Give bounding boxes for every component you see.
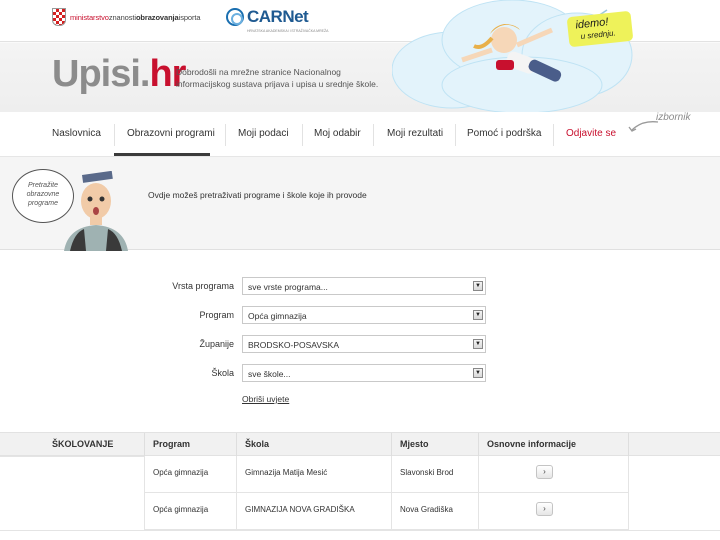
column-divider bbox=[144, 456, 145, 493]
column-divider bbox=[391, 456, 392, 493]
dropdown-arrow-icon[interactable]: ▼ bbox=[473, 368, 483, 378]
column-divider bbox=[236, 456, 237, 493]
dropdown-arrow-icon[interactable]: ▼ bbox=[473, 281, 483, 291]
column-divider bbox=[236, 493, 237, 530]
site-header: ministarstvoznanostiobrazovanjaisporta C… bbox=[0, 0, 720, 112]
nav-divider bbox=[455, 124, 456, 146]
county-label: Županije bbox=[199, 339, 234, 349]
column-header-skola[interactable]: Škola bbox=[245, 439, 269, 449]
column-divider bbox=[628, 493, 629, 530]
carnet-logo-icon bbox=[226, 8, 244, 26]
column-divider bbox=[478, 433, 479, 457]
filter-row-program-type: Vrsta programa sve vrste programa... ▼ bbox=[0, 277, 720, 295]
intro-text: Ovdje možeš pretraživati programe i škol… bbox=[148, 190, 367, 200]
nav-divider bbox=[553, 124, 554, 146]
column-header-skolovanje: ŠKOLOVANJE bbox=[52, 439, 114, 449]
column-divider bbox=[478, 456, 479, 493]
nav-divider bbox=[225, 124, 226, 146]
dropdown-arrow-icon[interactable]: ▼ bbox=[473, 339, 483, 349]
table-bottom-border bbox=[0, 530, 720, 531]
county-select[interactable]: BRODSKO-POSAVSKA ▼ bbox=[242, 335, 486, 353]
row-program: Opća gimnazija bbox=[153, 505, 209, 514]
nav-item-odjavite-se[interactable]: Odjavite se bbox=[566, 128, 616, 139]
carnet-subtitle: HRVATSKA AKADEMSKA I ISTRAŽIVAČKA MREŽA bbox=[247, 29, 329, 33]
row-place: Nova Gradiška bbox=[400, 505, 453, 514]
chevron-right-icon[interactable]: › bbox=[536, 465, 553, 479]
nav-item-moji-rezultati[interactable]: Moji rezultati bbox=[387, 128, 443, 139]
curved-arrow-icon bbox=[628, 121, 659, 132]
column-divider bbox=[628, 456, 629, 493]
column-header-mjesto[interactable]: Mjesto bbox=[400, 439, 429, 449]
program-select[interactable]: Opća gimnazija ▼ bbox=[242, 306, 486, 324]
clear-filters-link[interactable]: Obriši uvjete bbox=[242, 394, 289, 404]
column-divider bbox=[628, 433, 629, 457]
program-type-value: sve vrste programa... bbox=[248, 282, 328, 292]
column-header-osnovne-informacije: Osnovne informacije bbox=[487, 439, 577, 449]
school-label: Škola bbox=[211, 368, 234, 378]
student-illustration bbox=[64, 171, 128, 251]
nav-item-moj-odabir[interactable]: Moj odabir bbox=[314, 128, 361, 139]
school-value: sve škole... bbox=[248, 369, 291, 379]
program-type-select[interactable]: sve vrste programa... ▼ bbox=[242, 277, 486, 295]
chevron-right-icon[interactable]: › bbox=[536, 502, 553, 516]
filter-row-county: Županije BRODSKO-POSAVSKA ▼ bbox=[0, 335, 720, 353]
filter-row-program: Program Opća gimnazija ▼ bbox=[0, 306, 720, 324]
column-header-program[interactable]: Program bbox=[153, 439, 190, 449]
site-tagline: Dobrodošli na mrežne stranice Nacionalno… bbox=[176, 67, 379, 89]
main-navigation: Naslovnica Obrazovni programi Moji podac… bbox=[0, 112, 720, 156]
column-divider bbox=[391, 493, 392, 530]
carnet-logo[interactable]: CARNet HRVATSKA AKADEMSKA I ISTRAŽIVAČKA… bbox=[226, 7, 328, 33]
school-select[interactable]: sve škole... ▼ bbox=[242, 364, 486, 382]
row-school: Gimnazija Matija Mesić bbox=[245, 468, 328, 477]
column-divider bbox=[236, 433, 237, 457]
nav-item-obrazovni-programi[interactable]: Obrazovni programi bbox=[127, 128, 215, 139]
nav-divider bbox=[302, 124, 303, 146]
intro-band: Pretražite obrazovne programe Ovdje može… bbox=[0, 156, 720, 251]
program-value: Opća gimnazija bbox=[248, 311, 307, 321]
program-label: Program bbox=[199, 310, 234, 320]
row-place: Slavonski Brod bbox=[400, 468, 454, 477]
column-divider bbox=[478, 493, 479, 530]
carnet-name: CARNet bbox=[247, 7, 309, 26]
filter-row-school: Škola sve škole... ▼ bbox=[0, 364, 720, 382]
row-program: Opća gimnazija bbox=[153, 468, 209, 477]
nav-item-moji-podaci[interactable]: Moji podaci bbox=[238, 128, 289, 139]
croatian-coat-of-arms-icon bbox=[52, 8, 66, 26]
county-value: BRODSKO-POSAVSKA bbox=[248, 340, 340, 350]
results-table-header: ŠKOLOVANJE Program Škola Mjesto Osnovne … bbox=[0, 432, 720, 457]
column-divider bbox=[144, 433, 145, 457]
nav-divider bbox=[114, 124, 115, 146]
column-divider bbox=[391, 433, 392, 457]
nav-item-pomoc-i-podrska[interactable]: Pomoć i podrška bbox=[467, 128, 541, 139]
dropdown-arrow-icon[interactable]: ▼ bbox=[473, 310, 483, 320]
izbornik-annotation: izbornik bbox=[656, 112, 691, 123]
nav-item-naslovnica[interactable]: Naslovnica bbox=[52, 128, 101, 139]
ministry-logo[interactable]: ministarstvoznanostiobrazovanjaisporta bbox=[52, 8, 201, 26]
site-logo[interactable]: Upisi.hr bbox=[52, 52, 186, 96]
nav-divider bbox=[373, 124, 374, 146]
program-type-label: Vrsta programa bbox=[172, 281, 234, 291]
table-row[interactable]: Opća gimnazija Gimnazija Matija Mesić Sl… bbox=[144, 456, 629, 493]
column-divider bbox=[144, 493, 145, 530]
left-column-divider bbox=[0, 456, 144, 457]
ministry-name: ministarstvoznanostiobrazovanjaisporta bbox=[70, 12, 201, 22]
row-school: GIMNAZIJA NOVA GRADIŠKA bbox=[245, 505, 355, 514]
table-row[interactable]: Opća gimnazija GIMNAZIJA NOVA GRADIŠKA N… bbox=[144, 493, 629, 530]
